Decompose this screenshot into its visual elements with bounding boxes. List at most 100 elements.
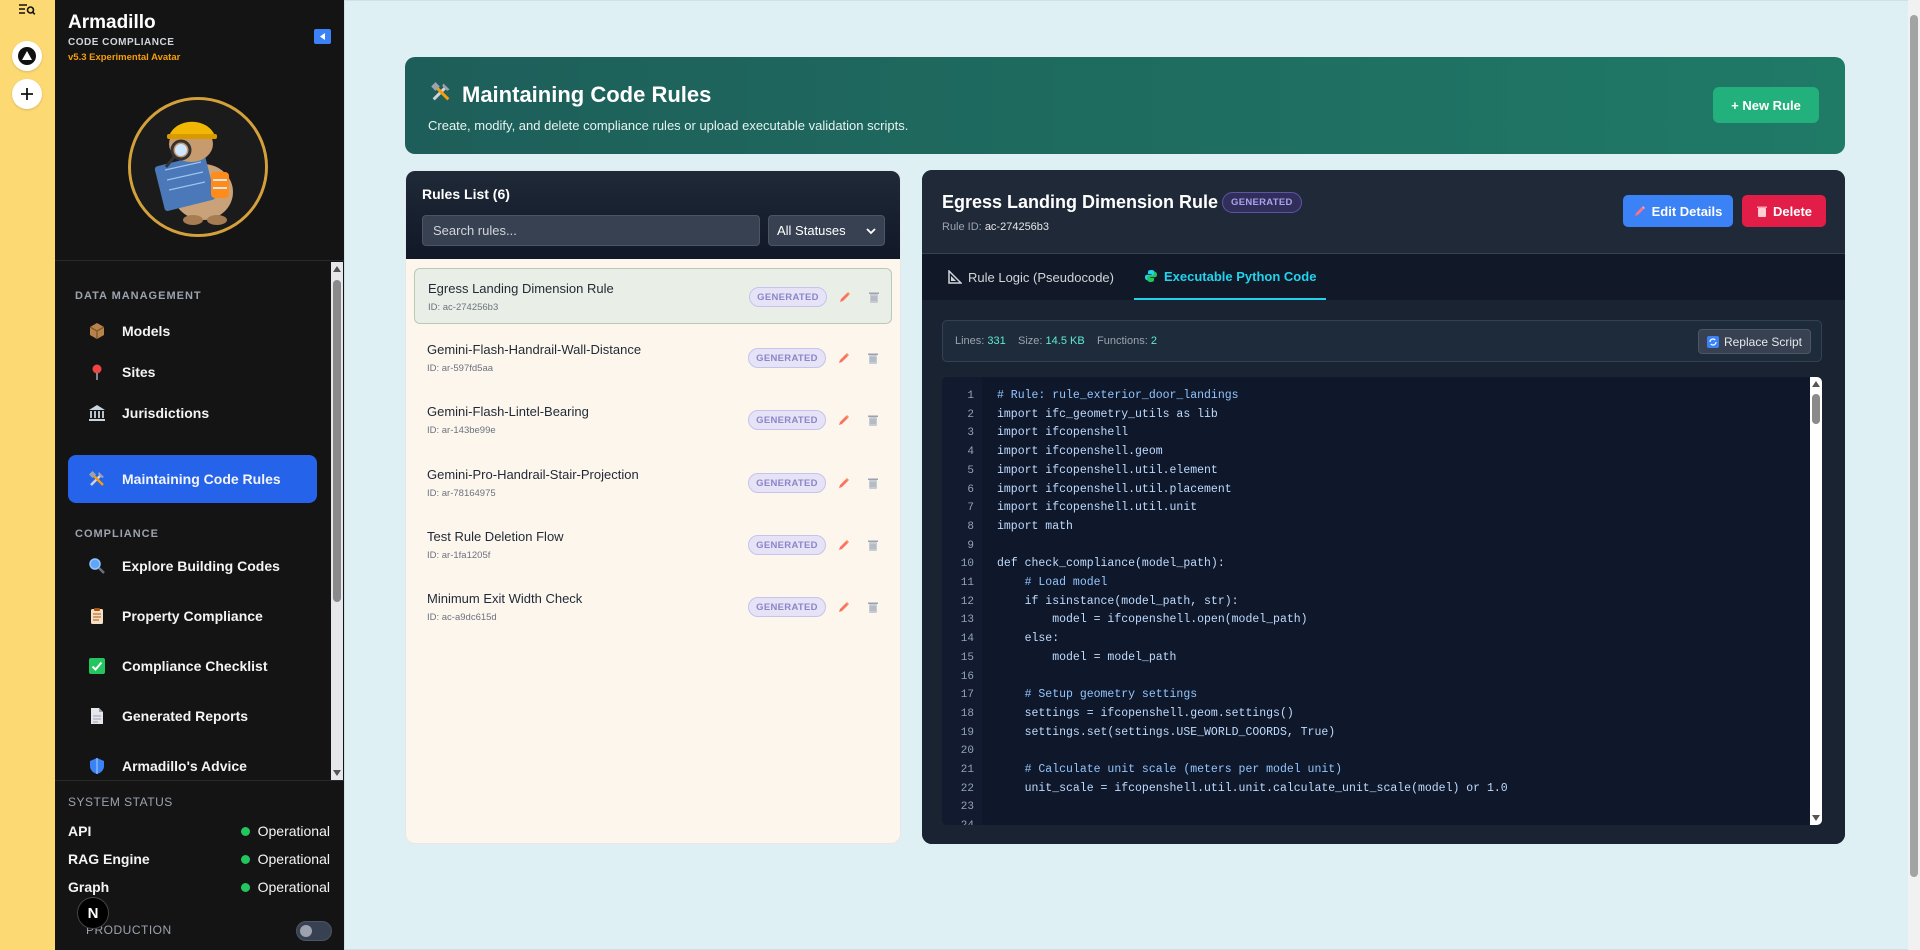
scroll-thumb[interactable] bbox=[1910, 15, 1918, 877]
line-number: 8 bbox=[967, 520, 974, 533]
sidebar: Armadillo CODE COMPLIANCE v5.3 Experimen… bbox=[55, 0, 344, 950]
code-scrollbar[interactable] bbox=[1810, 377, 1822, 825]
sidebar-scrollbar[interactable] bbox=[331, 262, 343, 780]
line-number: 24 bbox=[961, 820, 974, 825]
status-label: RAG Engine bbox=[68, 851, 150, 867]
status-badge: GENERATED bbox=[748, 348, 826, 368]
new-rule-button[interactable]: + New Rule bbox=[1713, 87, 1819, 123]
sidebar-item-label: Generated Reports bbox=[122, 708, 249, 724]
rule-detail-tabs: Rule Logic (Pseudocode) Executable Pytho… bbox=[922, 254, 1845, 300]
code-editor[interactable]: 123456789101112131415161718192021222324 … bbox=[942, 377, 1822, 825]
rule-name: Gemini-Pro-Handrail-Stair-Projection bbox=[427, 467, 639, 482]
line-number: 2 bbox=[967, 408, 974, 421]
code-line: unit_scale = ifcopenshell.util.unit.calc… bbox=[997, 781, 1508, 795]
add-app-button[interactable] bbox=[10, 78, 44, 110]
collapse-sidebar-button[interactable] bbox=[314, 29, 331, 44]
pencil-icon[interactable] bbox=[835, 597, 853, 617]
nextjs-dev-badge[interactable]: N bbox=[77, 897, 109, 929]
rule-detail-title: Egress Landing Dimension Rule bbox=[942, 192, 1219, 212]
scroll-thumb[interactable] bbox=[333, 280, 341, 602]
code-line: # Load model bbox=[997, 576, 1108, 589]
line-number: 6 bbox=[967, 483, 974, 496]
line-number-gutter: 123456789101112131415161718192021222324 bbox=[942, 377, 982, 825]
code-line: import ifcopenshell.util.unit bbox=[997, 501, 1198, 515]
code-line: import math bbox=[997, 519, 1073, 533]
rules-list-panel: Rules List (6) All Statuses Egress Landi… bbox=[405, 170, 901, 844]
sidebar-item-generated-reports[interactable]: Generated Reports bbox=[68, 692, 317, 740]
status-row-rag-engine: RAG Engine Operational bbox=[68, 851, 330, 867]
scroll-up-arrow[interactable] bbox=[1812, 381, 1820, 387]
system-status-title: SYSTEM STATUS bbox=[68, 795, 173, 809]
code-line: import ifcopenshell.geom bbox=[997, 445, 1163, 459]
triangle-app-button[interactable] bbox=[10, 40, 44, 72]
sidebar-item-compliance-checklist[interactable]: Compliance Checklist bbox=[68, 642, 317, 690]
status-dot-icon bbox=[240, 826, 250, 836]
functions-meta: Functions: 2 bbox=[1097, 335, 1157, 347]
sidebar-item-label: Sites bbox=[122, 364, 156, 380]
sidebar-item-label: Explore Building Codes bbox=[122, 558, 280, 574]
pencil-icon[interactable] bbox=[835, 410, 853, 430]
status-row-api: API Operational bbox=[68, 823, 330, 839]
tab-rule-logic[interactable]: Rule Logic (Pseudocode) bbox=[938, 254, 1124, 300]
status-badge: GENERATED bbox=[748, 473, 826, 493]
status-badge: GENERATED bbox=[1222, 192, 1302, 213]
armadillo-mascot-icon bbox=[131, 100, 265, 234]
production-toggle[interactable] bbox=[296, 921, 332, 941]
trash-icon[interactable] bbox=[864, 473, 882, 493]
rule-list-item[interactable]: Gemini-Flash-Handrail-Wall-Distance ID: … bbox=[414, 330, 892, 386]
sidebar-item-explore-building-codes[interactable]: Explore Building Codes bbox=[68, 542, 317, 590]
bank-icon bbox=[86, 402, 108, 424]
sidebar-item-armadillos-advice[interactable]: Armadillo's Advice bbox=[68, 742, 317, 780]
trash-icon[interactable] bbox=[864, 535, 882, 555]
scroll-down-arrow[interactable] bbox=[333, 770, 341, 776]
trash-icon[interactable] bbox=[864, 410, 882, 430]
rule-list-item[interactable]: Gemini-Flash-Lintel-Bearing ID: ar-143be… bbox=[414, 392, 892, 448]
scroll-down-arrow[interactable] bbox=[1812, 815, 1820, 821]
line-number: 17 bbox=[960, 689, 974, 702]
line-number: 15 bbox=[960, 651, 974, 664]
status-value: Operational bbox=[240, 823, 330, 839]
sidebar-item-property-compliance[interactable]: Property Compliance bbox=[68, 592, 317, 640]
page-header: Maintaining Code Rules Create, modify, a… bbox=[405, 57, 1845, 154]
scroll-thumb[interactable] bbox=[1812, 394, 1820, 424]
sidebar-item-jurisdictions[interactable]: Jurisdictions bbox=[68, 389, 317, 437]
delete-button[interactable]: Delete bbox=[1742, 195, 1826, 227]
status-row-graph: Graph Operational bbox=[68, 879, 330, 895]
pencil-icon[interactable] bbox=[835, 473, 853, 493]
trash-icon[interactable] bbox=[864, 597, 882, 617]
rule-detail-panel: Egress Landing Dimension Rule GENERATED … bbox=[922, 170, 1845, 844]
rule-list-item[interactable]: Gemini-Pro-Handrail-Stair-Projection ID:… bbox=[414, 455, 892, 511]
page-scrollbar[interactable] bbox=[1908, 0, 1920, 950]
line-number: 7 bbox=[967, 502, 974, 515]
status-filter-select[interactable]: All Statuses bbox=[768, 215, 885, 246]
replace-script-button[interactable]: Replace Script bbox=[1698, 329, 1811, 354]
rule-list-item[interactable]: Test Rule Deletion Flow ID: ar-1fa1205f … bbox=[414, 517, 892, 573]
trash-icon[interactable] bbox=[864, 348, 882, 368]
rule-list-item[interactable]: Egress Landing Dimension Rule ID: ac-274… bbox=[414, 268, 892, 324]
search-rules-input[interactable] bbox=[422, 215, 760, 246]
chevron-down-icon bbox=[866, 227, 876, 234]
page-description: Create, modify, and delete compliance ru… bbox=[428, 118, 909, 133]
scroll-up-arrow[interactable] bbox=[333, 266, 341, 272]
code-line: def check_compliance(model_path): bbox=[997, 557, 1225, 571]
tools-icon bbox=[86, 468, 108, 490]
rule-list-item[interactable]: Minimum Exit Width Check ID: ac-a9dc615d… bbox=[414, 579, 892, 635]
pencil-icon[interactable] bbox=[835, 535, 853, 555]
rule-id: ID: ar-597fd5aa bbox=[427, 363, 494, 374]
tab-executable-python-code[interactable]: Executable Python Code bbox=[1134, 254, 1327, 300]
sidebar-item-maintaining-code-rules[interactable]: Maintaining Code Rules bbox=[68, 455, 317, 503]
edit-details-button[interactable]: Edit Details bbox=[1623, 195, 1733, 227]
trash-icon[interactable] bbox=[865, 287, 883, 307]
pencil-icon bbox=[1634, 206, 1645, 216]
pin-icon bbox=[86, 361, 108, 383]
line-number: 11 bbox=[960, 577, 974, 589]
line-number: 4 bbox=[967, 446, 974, 459]
section-label-compliance: COMPLIANCE bbox=[75, 528, 159, 540]
search-list-button[interactable] bbox=[10, 0, 44, 26]
triangle-logo-icon bbox=[18, 47, 36, 65]
pencil-icon[interactable] bbox=[836, 287, 854, 307]
status-label: Graph bbox=[68, 879, 110, 895]
pencil-icon[interactable] bbox=[835, 348, 853, 368]
line-number: 3 bbox=[967, 427, 974, 440]
line-number: 18 bbox=[960, 707, 974, 720]
